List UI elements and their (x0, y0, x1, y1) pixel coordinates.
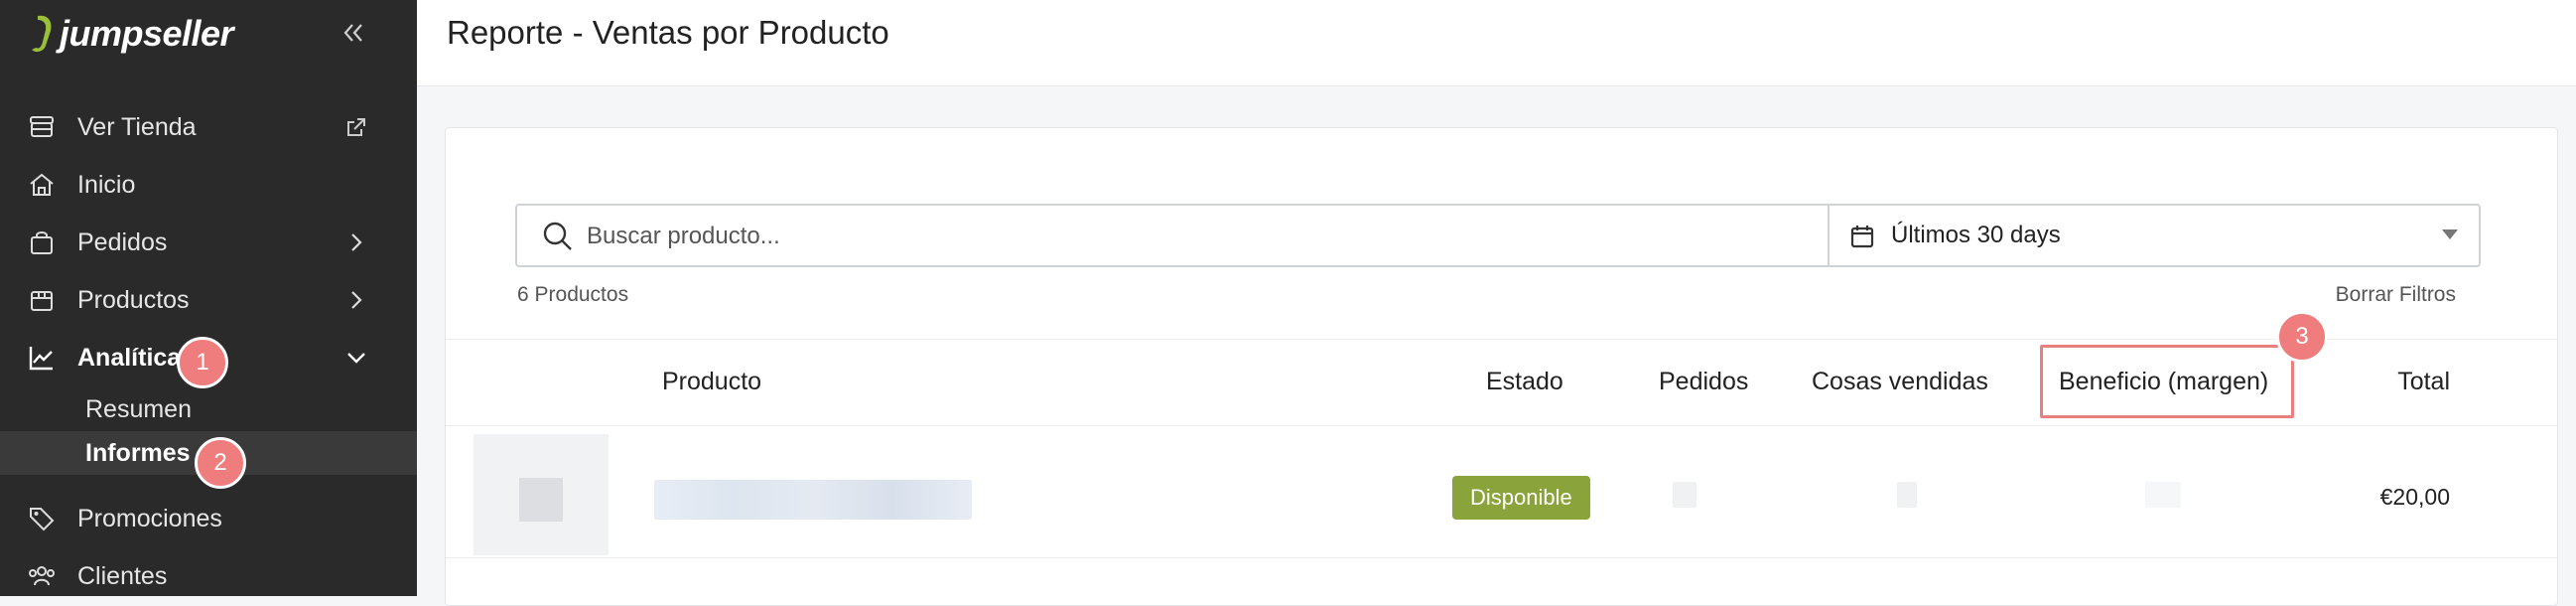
sidebar-item-ver-tienda[interactable]: Ver Tienda (0, 99, 417, 155)
caret-down-icon (2442, 229, 2458, 239)
total-value: €20,00 (2379, 484, 2450, 510)
column-header-producto[interactable]: Producto (662, 368, 761, 396)
product-thumbnail-placeholder (519, 478, 563, 522)
orders-value-redacted (1673, 482, 1696, 508)
callout-marker: 1 (177, 337, 228, 388)
sidebar-item-label: Promociones (77, 504, 222, 532)
chart-icon (29, 347, 53, 371)
sidebar-item-label: Ver Tienda (77, 112, 197, 141)
tag-icon (30, 508, 55, 531)
home-icon (30, 173, 54, 196)
sidebar-item-label: Analítica (77, 343, 182, 372)
brand-name: jumpseller (60, 13, 234, 54)
callout-marker: 2 (195, 437, 246, 489)
brand-logo[interactable]: jumpseller (28, 12, 234, 56)
product-thumbnail[interactable] (474, 434, 609, 555)
result-count: 6 Productos (517, 283, 629, 306)
sidebar-item-promociones[interactable]: Promociones (0, 491, 417, 546)
sidebar-subitem-resumen[interactable]: Resumen (0, 387, 417, 431)
collapse-sidebar-icon[interactable] (338, 18, 367, 48)
sidebar-item-pedidos[interactable]: Pedidos (0, 215, 417, 270)
page-header: Reporte - Ventas por Producto (417, 0, 2576, 86)
sidebar: jumpseller Ver Tienda Inicio Pedidos Pro… (0, 0, 417, 596)
bag-icon (31, 231, 53, 254)
product-name-redacted[interactable] (654, 480, 972, 520)
search-input[interactable] (585, 218, 1780, 255)
report-card: Últimos 30 days 6 Productos Borrar Filtr… (445, 127, 2558, 606)
date-range-value: Últimos 30 days (1891, 222, 2061, 248)
sidebar-subitem-label: Resumen (85, 394, 192, 423)
sidebar-item-label: Productos (77, 285, 190, 314)
store-icon (30, 116, 54, 137)
table-row[interactable]: Disponible €20,00 (446, 424, 2557, 558)
status-badge: Disponible (1452, 476, 1590, 520)
sidebar-item-label: Clientes (77, 561, 168, 590)
units-value-redacted (1897, 482, 1917, 508)
chevron-right-icon (351, 233, 362, 251)
column-header-pedidos[interactable]: Pedidos (1659, 368, 1748, 396)
calendar-icon (1850, 226, 1874, 248)
sidebar-item-label: Inicio (77, 170, 136, 199)
page-title: Reporte - Ventas por Producto (447, 14, 889, 51)
column-header-cosas-vendidas[interactable]: Cosas vendidas (1812, 368, 1988, 396)
column-header-total[interactable]: Total (2397, 368, 2450, 396)
sidebar-subitem-label: Informes (85, 438, 191, 467)
column-header-estado[interactable]: Estado (1486, 368, 1563, 396)
clear-filters-link[interactable]: Borrar Filtros (2336, 283, 2456, 307)
sidebar-item-productos[interactable]: Productos (0, 272, 417, 328)
search-icon (543, 222, 572, 250)
users-icon (29, 566, 55, 586)
margin-value-redacted (2145, 482, 2181, 508)
sidebar-item-label: Pedidos (77, 227, 168, 256)
chevron-right-icon (351, 291, 362, 309)
external-link-icon (347, 118, 365, 136)
box-icon (31, 291, 53, 311)
search-field[interactable] (515, 204, 1828, 267)
highlight-box (2040, 345, 2294, 418)
callout-marker: 3 (2276, 311, 2328, 363)
chevron-down-icon (347, 353, 365, 364)
jumpseller-leaf-icon (32, 15, 52, 53)
sidebar-item-inicio[interactable]: Inicio (0, 157, 417, 213)
date-range-select[interactable]: Últimos 30 days (1828, 204, 2481, 267)
